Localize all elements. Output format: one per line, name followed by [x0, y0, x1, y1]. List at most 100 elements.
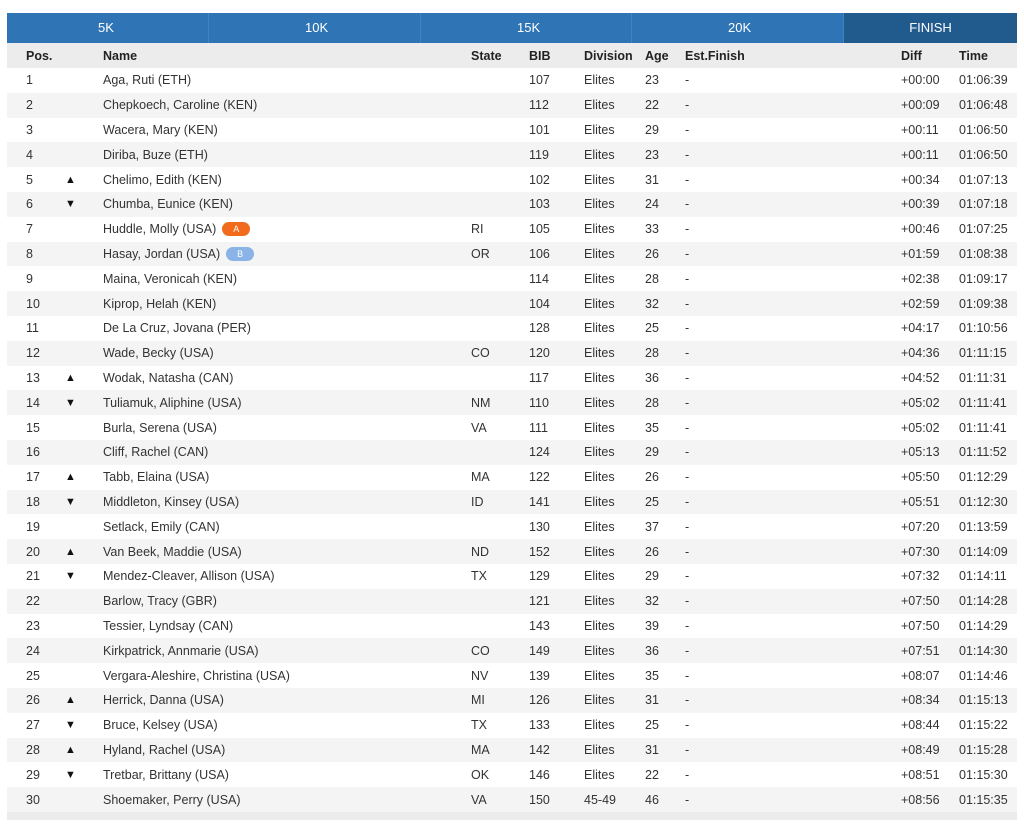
table-row[interactable]: 7 Huddle, Molly (USA) A RI 105 Elites 33 - +00:4… [7, 217, 1017, 242]
table-row[interactable]: 18 ▼ Middleton, Kinsey (USA) ID 141 Elites 25-… [7, 489, 1017, 515]
runner-name[interactable]: Wade, Becky (USA) [103, 346, 214, 360]
name-cell[interactable]: Shoemaker, Perry (USA) [103, 787, 471, 812]
name-cell[interactable]: Cliff, Rachel (CAN) [103, 439, 471, 465]
runner-name[interactable]: Bruce, Kelsey (USA) [103, 718, 218, 732]
table-row[interactable]: 20 ▲ Van Beek, Maddie (USA) ND 152 Elites 26- +… [7, 539, 1017, 564]
name-cell[interactable]: Maina, Veronicah (KEN) [103, 266, 471, 291]
table-row[interactable]: 16 Cliff, Rachel (CAN) 124 Elites 29- +05:13 0… [7, 439, 1017, 465]
name-cell[interactable]: De La Cruz, Jovana (PER) [103, 316, 471, 341]
runner-name[interactable]: Herrick, Danna (USA) [103, 693, 224, 707]
name-cell[interactable]: Tessier, Lyndsay (CAN) [103, 614, 471, 639]
table-row[interactable]: 9 Maina, Veronicah (KEN) 114 Elites 28 - +02:3… [7, 266, 1017, 291]
table-row[interactable]: 2 Chepkoech, Caroline (KEN) 112 Elites 22- +0… [7, 92, 1017, 118]
col-header-name[interactable]: Name [103, 43, 471, 68]
table-row[interactable]: 27 ▼ Bruce, Kelsey (USA) TX 133 Elites 25 - +08:… [7, 713, 1017, 738]
runner-name[interactable]: Van Beek, Maddie (USA) [103, 545, 242, 559]
name-cell[interactable]: Burla, Serena (USA) [103, 415, 471, 440]
name-cell[interactable]: Herrick, Danna (USA) [103, 687, 471, 713]
runner-name[interactable]: Tessier, Lyndsay (CAN) [103, 619, 233, 633]
tab-20k[interactable]: 20K [632, 13, 844, 43]
runner-name[interactable]: Diriba, Buze (ETH) [103, 148, 208, 162]
name-cell[interactable]: Hyland, Rachel (USA) [103, 737, 471, 763]
name-cell[interactable]: Chelimo, Edith (KEN) [103, 167, 471, 192]
name-cell[interactable]: Wacera, Mary (KEN) [103, 118, 471, 143]
name-cell[interactable]: Tretbar, Brittany (USA) [103, 762, 471, 787]
col-header-bib[interactable]: BIB [529, 43, 584, 68]
name-cell[interactable]: Tabb, Elaina (USA) [103, 465, 471, 490]
name-cell[interactable]: Bruce, Kelsey (USA) [103, 713, 471, 738]
runner-name[interactable]: Wodak, Natasha (CAN) [103, 371, 233, 385]
table-row[interactable]: 12 Wade, Becky (USA) CO 120 Elites 28- +04:36 0… [7, 340, 1017, 366]
tab-10k[interactable]: 10K [209, 13, 421, 43]
name-cell[interactable]: Middleton, Kinsey (USA) [103, 489, 471, 515]
table-row[interactable]: 23 Tessier, Lyndsay (CAN) 143 Elites 39 - +07:… [7, 614, 1017, 639]
table-row[interactable]: 15 Burla, Serena (USA) VA 111 Elites 35 - +05:0… [7, 415, 1017, 440]
runner-name[interactable]: Maina, Veronicah (KEN) [103, 272, 237, 286]
table-row[interactable]: 25 Vergara-Aleshire, Christina (USA) NV 139… [7, 663, 1017, 688]
col-header-division[interactable]: Division [584, 43, 645, 68]
name-cell[interactable]: Mendez-Cleaver, Allison (USA) [103, 564, 471, 589]
col-header-diff[interactable]: Diff [901, 43, 959, 68]
runner-name[interactable]: Chumba, Eunice (KEN) [103, 197, 233, 211]
table-row[interactable]: 3 Wacera, Mary (KEN) 101 Elites 29 - +00:11 01:… [7, 118, 1017, 143]
name-cell[interactable]: Kiprop, Helah (KEN) [103, 291, 471, 316]
runner-name[interactable]: Hasay, Jordan (USA) [103, 247, 220, 261]
tab-finish[interactable]: FINISH [844, 13, 1017, 43]
name-cell[interactable]: Kirkpatrick, Annmarie (USA) [103, 638, 471, 664]
name-cell[interactable]: Chepkoech, Caroline (KEN) [103, 92, 471, 118]
runner-name[interactable]: Wacera, Mary (KEN) [103, 123, 218, 137]
runner-name[interactable]: Kiprop, Helah (KEN) [103, 297, 216, 311]
col-header-age[interactable]: Age [645, 43, 685, 68]
runner-name[interactable]: Hyland, Rachel (USA) [103, 743, 225, 757]
runner-name[interactable]: Shoemaker, Perry (USA) [103, 793, 241, 807]
col-header-est-finish[interactable]: Est.Finish [685, 43, 901, 68]
runner-name[interactable]: Burla, Serena (USA) [103, 421, 217, 435]
name-cell[interactable]: Diriba, Buze (ETH) [103, 142, 471, 168]
table-row[interactable]: 30 Shoemaker, Perry (USA) VA 150 45-49 46- +08… [7, 787, 1017, 812]
table-row[interactable]: 11 De La Cruz, Jovana (PER) 128 Elites 25 - +0… [7, 316, 1017, 341]
tab-15k[interactable]: 15K [421, 13, 632, 43]
name-cell[interactable]: Huddle, Molly (USA) A [103, 217, 471, 242]
col-header-time[interactable]: Time [959, 43, 1017, 68]
table-row[interactable]: 10 Kiprop, Helah (KEN) 104 Elites 32- +02:59 0… [7, 291, 1017, 316]
name-cell[interactable]: Aga, Ruti (ETH) [103, 68, 471, 93]
table-row[interactable]: 24 Kirkpatrick, Annmarie (USA) CO 149 Elites… [7, 638, 1017, 664]
table-row[interactable]: 17 ▲ Tabb, Elaina (USA) MA 122 Elites 26 - +05:5… [7, 465, 1017, 490]
name-cell[interactable]: Tuliamuk, Aliphine (USA) [103, 390, 471, 416]
runner-name[interactable]: Chelimo, Edith (KEN) [103, 173, 222, 187]
table-row[interactable]: 21 ▼ Mendez-Cleaver, Allison (USA) TX 129 Eli… [7, 564, 1017, 589]
runner-name[interactable]: De La Cruz, Jovana (PER) [103, 321, 251, 335]
name-cell[interactable]: Van Beek, Maddie (USA) [103, 539, 471, 564]
table-row[interactable]: 13 ▲ Wodak, Natasha (CAN) 117 Elites 36 - +04:5… [7, 366, 1017, 391]
runner-name[interactable]: Chepkoech, Caroline (KEN) [103, 98, 257, 112]
table-row[interactable]: 6 ▼ Chumba, Eunice (KEN) 103 Elites 24- +00:39… [7, 191, 1017, 217]
runner-name[interactable]: Barlow, Tracy (GBR) [103, 594, 217, 608]
table-row[interactable]: 26 ▲ Herrick, Danna (USA) MI 126 Elites 31- +08… [7, 687, 1017, 713]
runner-name[interactable]: Tabb, Elaina (USA) [103, 470, 209, 484]
table-row[interactable]: 22 Barlow, Tracy (GBR) 121 Elites 32- +07:50 0… [7, 588, 1017, 614]
table-row[interactable]: 28 ▲ Hyland, Rachel (USA) MA 142 Elites 31- +08… [7, 737, 1017, 763]
name-cell[interactable]: Hasay, Jordan (USA) B [103, 241, 471, 267]
table-row[interactable]: 1 Aga, Ruti (ETH) 107 Elites 23 - +00:00 01:06:… [7, 68, 1017, 93]
table-row[interactable]: 4 Diriba, Buze (ETH) 119 Elites 23- +00:11 01:… [7, 142, 1017, 168]
table-row[interactable]: 19 Setlack, Emily (CAN) 130 Elites 37 - +07:20… [7, 514, 1017, 539]
runner-name[interactable]: Vergara-Aleshire, Christina (USA) [103, 669, 290, 683]
runner-name[interactable]: Setlack, Emily (CAN) [103, 520, 220, 534]
name-cell[interactable]: Wade, Becky (USA) [103, 340, 471, 366]
name-cell[interactable]: Vergara-Aleshire, Christina (USA) [103, 663, 471, 688]
table-row[interactable]: 8 Hasay, Jordan (USA) B OR 106 Elites 26- +01:5… [7, 241, 1017, 267]
col-header-state[interactable]: State [471, 43, 529, 68]
name-cell[interactable]: Wodak, Natasha (CAN) [103, 366, 471, 391]
runner-name[interactable]: Tuliamuk, Aliphine (USA) [103, 396, 241, 410]
runner-name[interactable]: Huddle, Molly (USA) [103, 222, 216, 236]
runner-name[interactable]: Aga, Ruti (ETH) [103, 73, 191, 87]
tab-5k[interactable]: 5K [7, 13, 209, 43]
runner-name[interactable]: Tretbar, Brittany (USA) [103, 768, 229, 782]
runner-name[interactable]: Mendez-Cleaver, Allison (USA) [103, 569, 275, 583]
table-row[interactable]: 14 ▼ Tuliamuk, Aliphine (USA) NM 110 Elites 28… [7, 390, 1017, 416]
name-cell[interactable]: Barlow, Tracy (GBR) [103, 588, 471, 614]
runner-name[interactable]: Kirkpatrick, Annmarie (USA) [103, 644, 259, 658]
runner-name[interactable]: Cliff, Rachel (CAN) [103, 445, 208, 459]
name-cell[interactable]: Setlack, Emily (CAN) [103, 514, 471, 539]
name-cell[interactable]: Chumba, Eunice (KEN) [103, 191, 471, 217]
